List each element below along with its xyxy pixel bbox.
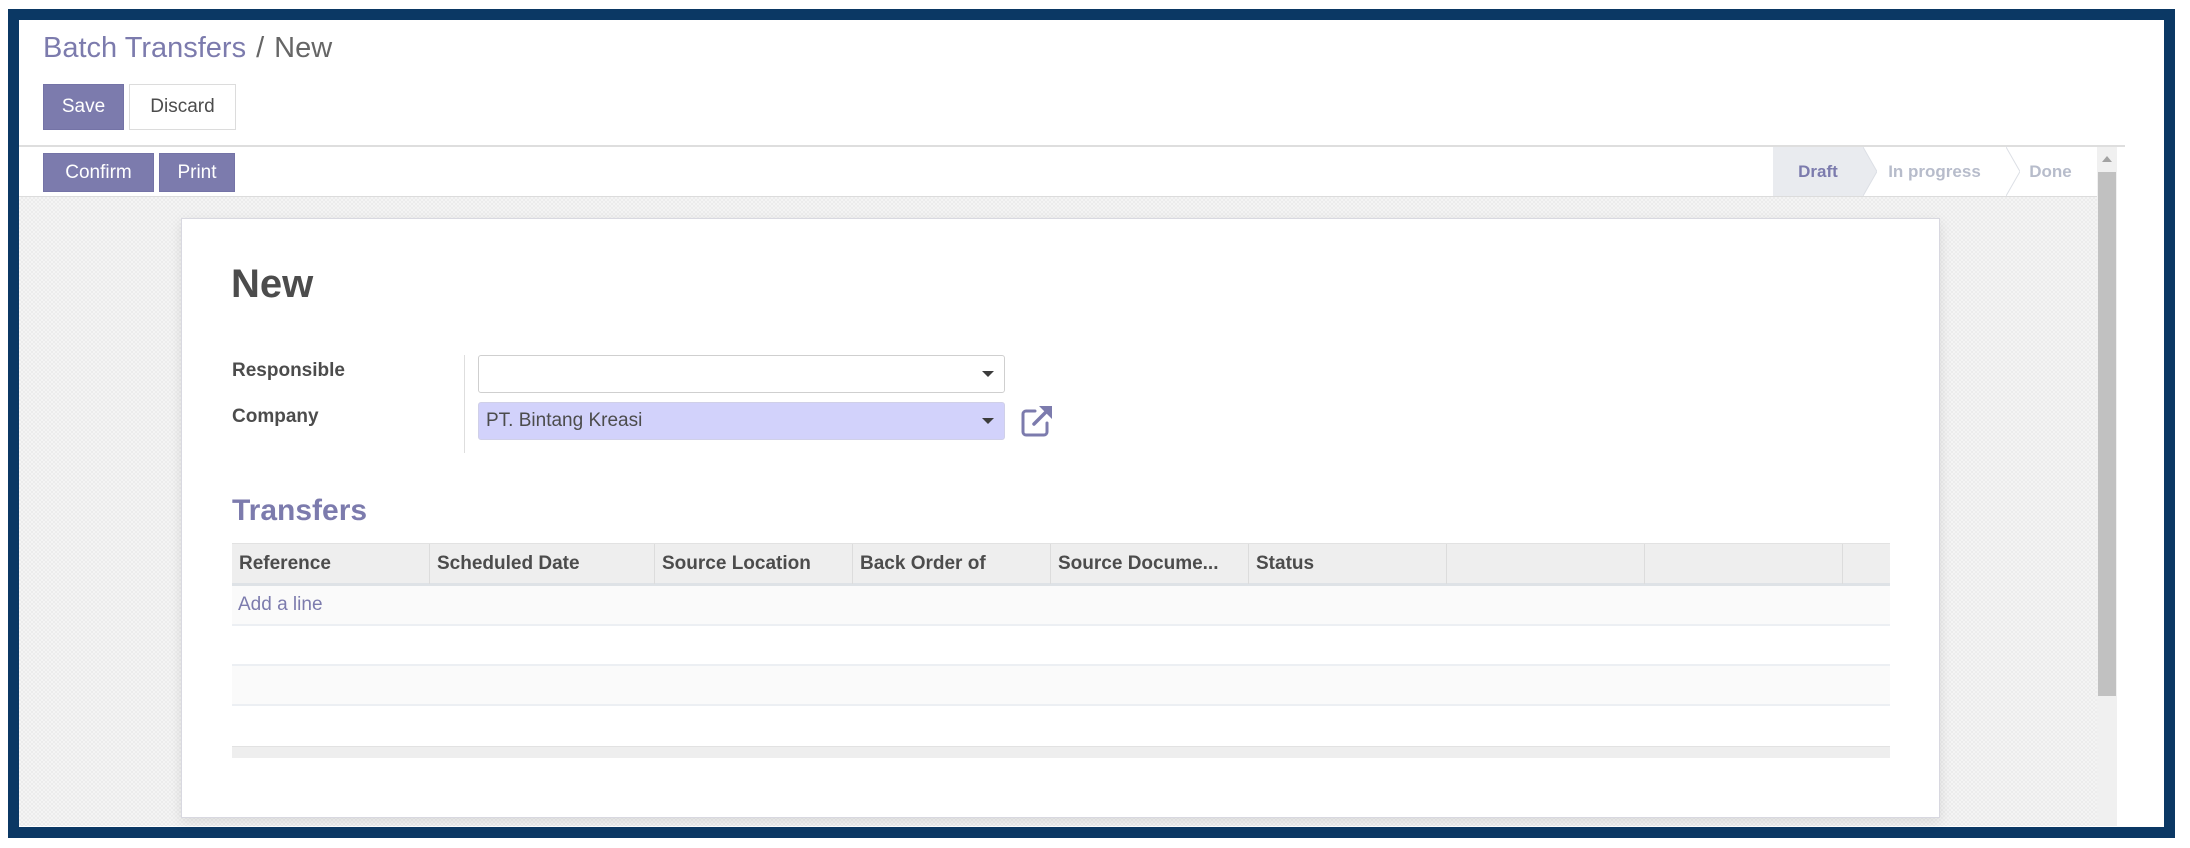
- table-row-empty: [232, 666, 1890, 706]
- breadcrumb-batch-transfers-link[interactable]: Batch Transfers: [43, 32, 246, 64]
- confirm-button[interactable]: Confirm: [43, 153, 154, 192]
- company-value: PT. Bintang Kreasi: [486, 410, 643, 431]
- table-row-empty: [232, 626, 1890, 666]
- column-header-reference[interactable]: Reference: [232, 544, 430, 584]
- company-label: Company: [232, 406, 319, 427]
- column-header-source-document[interactable]: Source Docume...: [1051, 544, 1249, 584]
- column-header-empty-1: [1447, 544, 1645, 584]
- responsible-field[interactable]: [478, 355, 1005, 393]
- column-header-source-location[interactable]: Source Location: [655, 544, 853, 584]
- label-divider: [464, 355, 465, 453]
- status-bar: Draft In progress Done: [1773, 147, 2095, 196]
- breadcrumb: Batch Transfers / New: [43, 32, 332, 65]
- company-field[interactable]: PT. Bintang Kreasi: [478, 402, 1005, 440]
- table-row-empty: [232, 706, 1890, 746]
- column-header-back-order-of[interactable]: Back Order of: [853, 544, 1051, 584]
- record-title: New: [231, 262, 314, 306]
- status-step-in-progress[interactable]: In progress: [1863, 147, 2006, 196]
- column-header-status[interactable]: Status: [1249, 544, 1447, 584]
- vertical-scrollbar[interactable]: [2097, 147, 2117, 826]
- save-button[interactable]: Save: [43, 84, 124, 130]
- column-header-scheduled-date[interactable]: Scheduled Date: [430, 544, 655, 584]
- scrollbar-thumb[interactable]: [2098, 172, 2116, 696]
- add-a-line-link[interactable]: Add a line: [238, 594, 323, 616]
- caret-down-icon[interactable]: [982, 371, 994, 377]
- discard-button[interactable]: Discard: [129, 84, 236, 130]
- responsible-label: Responsible: [232, 360, 345, 381]
- transfers-section-title: Transfers: [232, 494, 368, 527]
- column-header-empty-3: [1843, 544, 1890, 584]
- table-row-add-line: Add a line: [232, 586, 1890, 626]
- column-header-empty-2: [1645, 544, 1843, 584]
- caret-down-icon[interactable]: [982, 418, 994, 424]
- external-link-icon[interactable]: [1018, 402, 1056, 440]
- table-header: Reference Scheduled Date Source Location…: [232, 543, 1890, 586]
- status-chevron-in-progress: [2006, 147, 2020, 196]
- scroll-up-arrow-icon[interactable]: [2102, 156, 2112, 162]
- breadcrumb-current: New: [274, 32, 333, 64]
- transfers-table: Reference Scheduled Date Source Location…: [232, 543, 1890, 758]
- breadcrumb-separator: /: [256, 32, 265, 64]
- status-step-draft[interactable]: Draft: [1773, 147, 1863, 196]
- table-footer: [232, 746, 1890, 758]
- print-button[interactable]: Print: [159, 153, 235, 192]
- status-chevron-draft: [1863, 147, 1877, 196]
